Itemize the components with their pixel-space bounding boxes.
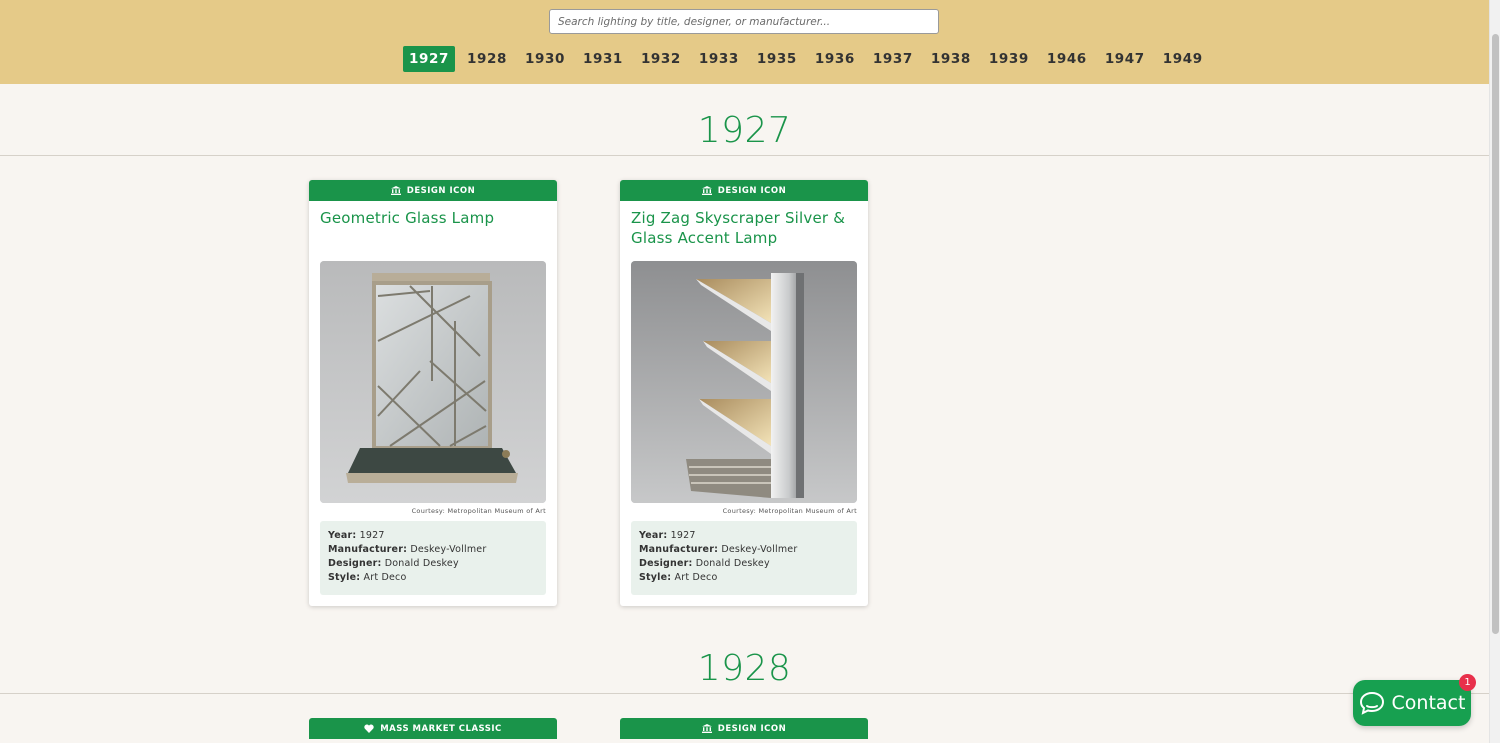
year-link-1947[interactable]: 1947 <box>1099 46 1151 72</box>
lamp-card[interactable]: DESIGN ICON Zig Zag Skyscraper Silver & … <box>620 180 868 606</box>
card-badge-label: DESIGN ICON <box>717 723 787 734</box>
year-link-1932[interactable]: 1932 <box>635 46 687 72</box>
spec-designer: Designer: Donald Deskey <box>328 558 459 569</box>
lamp-specs: Year: 1927 Manufacturer: Deskey-Vollmer … <box>320 521 546 595</box>
spec-manufacturer: Manufacturer: Deskey-Vollmer <box>639 544 798 555</box>
museum-icon <box>390 186 401 195</box>
year-link-1933[interactable]: 1933 <box>693 46 745 72</box>
year-link-1936[interactable]: 1936 <box>809 46 861 72</box>
year-link-1930[interactable]: 1930 <box>519 46 571 72</box>
card-title[interactable]: Geometric Glass Lamp <box>320 208 548 228</box>
page-scrollbar[interactable] <box>1489 0 1500 743</box>
museum-icon <box>701 186 712 195</box>
year-link-1935[interactable]: 1935 <box>751 46 803 72</box>
year-link-1931[interactable]: 1931 <box>577 46 629 72</box>
notification-badge: 1 <box>1459 674 1476 691</box>
year-link-1938[interactable]: 1938 <box>925 46 977 72</box>
spec-manufacturer: Manufacturer: Deskey-Vollmer <box>328 544 487 555</box>
section-divider <box>0 155 1489 156</box>
card-badge: MASS MARKET CLASSIC <box>309 718 557 739</box>
card-badge: DESIGN ICON <box>620 180 868 201</box>
year-link-1928[interactable]: 1928 <box>461 46 513 72</box>
lamp-card[interactable]: MASS MARKET CLASSIC <box>309 718 557 742</box>
card-badge-label: DESIGN ICON <box>406 185 476 196</box>
year-link-1927[interactable]: 1927 <box>403 46 455 72</box>
heart-icon <box>364 724 374 733</box>
contact-label: Contact <box>1391 692 1466 714</box>
spec-style: Style: Art Deco <box>328 572 407 583</box>
section-heading-1927: 1927 <box>697 110 792 151</box>
top-filter-bar: 1927 1928 1930 1931 1932 1933 1935 1936 … <box>0 0 1489 84</box>
chat-bubble-icon <box>1359 691 1385 715</box>
lamp-card[interactable]: DESIGN ICON <box>620 718 868 742</box>
spec-style: Style: Art Deco <box>639 572 718 583</box>
lamp-photo[interactable] <box>320 261 546 503</box>
lamp-photo[interactable] <box>631 261 857 503</box>
year-link-1946[interactable]: 1946 <box>1041 46 1093 72</box>
scrollbar-thumb[interactable] <box>1492 34 1499 634</box>
spec-year: Year: 1927 <box>639 530 696 541</box>
year-link-1949[interactable]: 1949 <box>1157 46 1209 72</box>
year-nav: 1927 1928 1930 1931 1932 1933 1935 1936 … <box>403 46 1215 72</box>
year-link-1939[interactable]: 1939 <box>983 46 1035 72</box>
spec-year: Year: 1927 <box>328 530 385 541</box>
card-badge: DESIGN ICON <box>309 180 557 201</box>
photo-credit: Courtesy: Metropolitan Museum of Art <box>411 507 546 515</box>
lamp-specs: Year: 1927 Manufacturer: Deskey-Vollmer … <box>631 521 857 595</box>
card-badge-label: DESIGN ICON <box>717 185 787 196</box>
card-badge-label: MASS MARKET CLASSIC <box>380 723 502 734</box>
section-divider <box>0 693 1489 694</box>
contact-button[interactable]: Contact <box>1353 680 1471 726</box>
card-title[interactable]: Zig Zag Skyscraper Silver & Glass Accent… <box>631 208 859 248</box>
museum-icon <box>701 724 712 733</box>
spec-designer: Designer: Donald Deskey <box>639 558 770 569</box>
year-link-1937[interactable]: 1937 <box>867 46 919 72</box>
card-badge: DESIGN ICON <box>620 718 868 739</box>
photo-credit: Courtesy: Metropolitan Museum of Art <box>722 507 857 515</box>
section-heading-1928: 1928 <box>697 648 792 689</box>
search-input[interactable] <box>549 9 939 34</box>
lamp-card[interactable]: DESIGN ICON Geometric Glass Lamp Courtes… <box>309 180 557 606</box>
